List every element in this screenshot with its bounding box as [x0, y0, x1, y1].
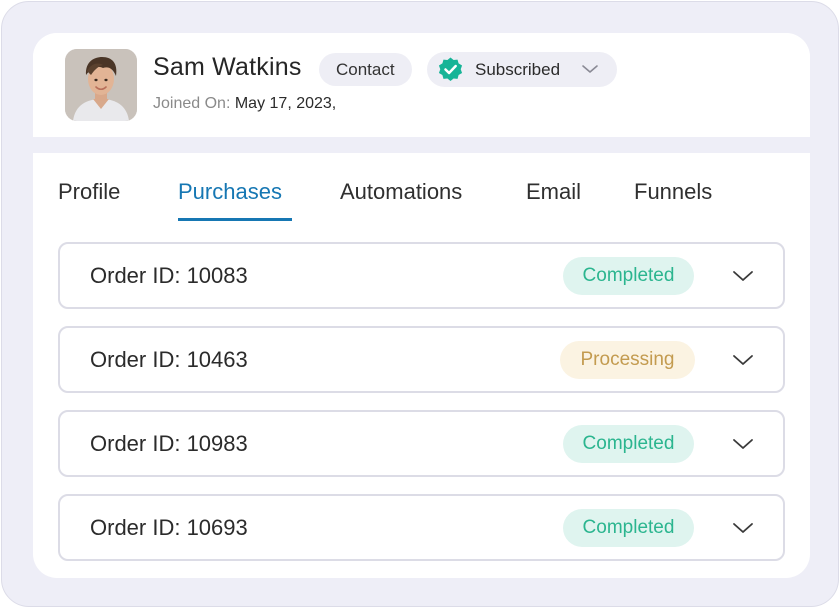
contact-type-badge[interactable]: Contact [319, 53, 412, 86]
order-row[interactable]: Order ID: 10983 Completed [58, 410, 785, 477]
order-id: Order ID: 10463 [90, 347, 248, 372]
chevron-down-icon[interactable] [732, 437, 754, 451]
order-row[interactable]: Order ID: 10463 Processing [58, 326, 785, 393]
tab-funnels[interactable]: Funnels [634, 179, 712, 205]
contact-card: Sam Watkins Contact Subscribed Joined On… [33, 33, 810, 578]
chevron-down-icon[interactable] [732, 521, 754, 535]
tab-profile[interactable]: Profile [58, 179, 120, 205]
order-row[interactable]: Order ID: 10693 Completed [58, 494, 785, 561]
avatar [65, 49, 137, 121]
order-status-badge: Completed [563, 509, 694, 547]
order-status-badge: Completed [563, 257, 694, 295]
order-status-badge: Processing [560, 341, 695, 379]
tab-bar: Profile Purchases Automations Email Funn… [33, 153, 810, 223]
joined-label: Joined On: [153, 95, 231, 112]
chevron-down-icon [582, 65, 598, 73]
order-id: Order ID: 10083 [90, 263, 248, 288]
avatar-photo [65, 49, 137, 121]
order-id: Order ID: 10983 [90, 431, 248, 456]
contact-name: Sam Watkins [153, 53, 302, 81]
subscription-status-dropdown[interactable]: Subscribed [427, 52, 617, 87]
tab-purchases[interactable]: Purchases [178, 179, 282, 205]
joined-value: May 17, 2023, [234, 95, 337, 112]
order-row[interactable]: Order ID: 10083 Completed [58, 242, 785, 309]
order-id: Order ID: 10693 [90, 515, 248, 540]
tab-email[interactable]: Email [526, 179, 581, 205]
section-divider [33, 137, 810, 153]
joined-date: Joined On: May 17, 2023, [153, 95, 336, 113]
verified-check-icon [438, 57, 463, 81]
order-status-badge: Completed [563, 425, 694, 463]
contact-header: Sam Watkins Contact Subscribed Joined On… [33, 33, 810, 137]
chevron-down-icon[interactable] [732, 353, 754, 367]
subscription-status-label: Subscribed [475, 60, 561, 79]
active-tab-indicator [178, 218, 292, 221]
page-frame: Sam Watkins Contact Subscribed Joined On… [1, 1, 839, 607]
tab-automations[interactable]: Automations [340, 179, 462, 205]
chevron-down-icon[interactable] [732, 269, 754, 283]
